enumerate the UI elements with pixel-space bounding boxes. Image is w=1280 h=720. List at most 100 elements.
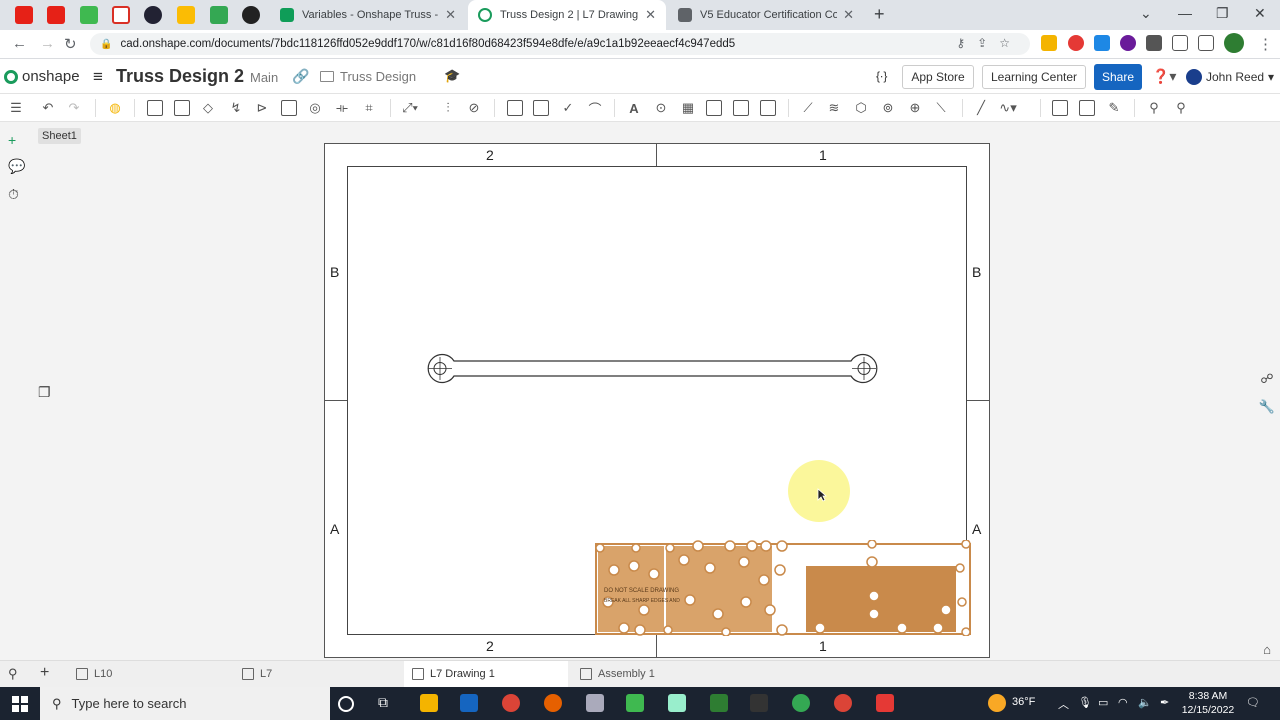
browser-tab-variables[interactable]: Variables - Onshape Truss - Goog ✕ — [270, 0, 466, 30]
extension-icon-3[interactable] — [1094, 35, 1110, 51]
volume-icon[interactable]: 🔈 — [1138, 696, 1152, 709]
surface-finish-icon[interactable]: ✓ — [560, 100, 576, 116]
share-button[interactable]: Share — [1094, 64, 1142, 90]
centermark-icon[interactable]: ≋ — [826, 100, 842, 116]
menu-kebab-icon[interactable]: ⋮ — [1258, 35, 1273, 53]
crop-icon[interactable]: ⌗ — [361, 100, 377, 116]
notifications-icon[interactable]: 🗨 — [1246, 696, 1260, 709]
revision-table-icon[interactable] — [760, 100, 776, 116]
line-icon[interactable]: ╱ — [973, 100, 989, 116]
chevron-down-icon[interactable]: ⌄ — [1140, 5, 1152, 22]
redo-icon[interactable]: ↷ — [66, 100, 82, 116]
search-tabs-icon[interactable]: ⚲ — [8, 666, 18, 682]
callout-icon[interactable]: ⊙ — [653, 100, 669, 116]
app-m-icon[interactable] — [460, 694, 478, 712]
format-painter-icon[interactable]: ✎ — [1106, 100, 1122, 116]
app-icon-5[interactable] — [586, 694, 604, 712]
folder-breadcrumb[interactable]: Truss Design — [320, 69, 416, 84]
app-icon-9[interactable] — [750, 694, 768, 712]
microphone-icon[interactable]: 🎙 — [1078, 696, 1092, 709]
wifi-icon[interactable]: ◠ — [1118, 696, 1128, 709]
task-view-icon[interactable]: ⧉ — [378, 694, 396, 712]
classroom-pinned-tab[interactable] — [80, 6, 98, 24]
app-store-button[interactable]: App Store — [902, 65, 974, 89]
weather-icon[interactable] — [988, 694, 1006, 712]
browser-tab-v5-educator[interactable]: V5 Educator Certification Course ✕ — [668, 0, 864, 30]
browser-tab-truss-design[interactable]: Truss Design 2 | L7 Drawing 1 ✕ — [468, 0, 666, 30]
app-icon-12[interactable] — [876, 694, 894, 712]
profile-avatar[interactable] — [1224, 33, 1244, 53]
centerline-icon[interactable]: ⟋ — [800, 100, 816, 116]
window-close-icon[interactable]: ✕ — [1254, 5, 1266, 22]
tab-l7-drawing-1[interactable]: L7 Drawing 1 — [404, 661, 568, 687]
chrome-profile-icon-2[interactable] — [834, 694, 852, 712]
youtube-pinned-tab-2[interactable] — [47, 6, 65, 24]
restore-icon[interactable]: ❐ — [1216, 5, 1229, 22]
center-mark-pattern-icon[interactable]: ⊚ — [880, 100, 896, 116]
insert-plus-icon[interactable]: + — [8, 132, 16, 148]
zoom-fit-icon[interactable]: ⚲ — [1146, 100, 1162, 116]
link-icon[interactable]: 🔗 — [292, 68, 309, 85]
detail-view-icon[interactable]: ⊳ — [254, 100, 270, 116]
datum-icon[interactable] — [507, 100, 523, 116]
firefox-icon[interactable] — [544, 694, 562, 712]
drive-pinned-tab-2[interactable] — [210, 6, 228, 24]
battery-icon[interactable]: ▭ — [1098, 696, 1108, 709]
hole-table-icon[interactable] — [733, 100, 749, 116]
table-icon[interactable]: ▦ — [680, 100, 696, 116]
gtol-icon[interactable] — [533, 100, 549, 116]
learning-center-button[interactable]: Learning Center — [982, 65, 1086, 89]
dimension-icon[interactable]: ⤢▾ — [402, 100, 418, 116]
feature-list-icon[interactable]: ☰ — [8, 100, 24, 116]
reload-icon[interactable]: ↻ — [64, 35, 77, 53]
panel-toggle-icon[interactable]: ⌂ — [1258, 640, 1276, 658]
chrome-profile-icon[interactable] — [792, 694, 810, 712]
circular-centerline-icon[interactable]: ⬡ — [853, 100, 869, 116]
weather-temperature[interactable]: 36°F — [1012, 696, 1035, 708]
ordinate-icon[interactable]: ⫶ — [440, 100, 456, 116]
tab-l7[interactable]: L7 — [234, 661, 398, 687]
projected-view-icon[interactable] — [174, 100, 190, 116]
center-mark-icon[interactable]: ⊕ — [907, 100, 923, 116]
add-tab-icon[interactable]: + — [40, 664, 49, 682]
omnibox-actions[interactable]: ⚷⇪☆ — [956, 36, 1022, 50]
cortana-icon[interactable] — [338, 696, 354, 712]
hamburger-menu-icon[interactable]: ≡ — [93, 67, 103, 87]
cast-icon[interactable] — [1172, 35, 1188, 51]
minimize-icon[interactable]: — — [1178, 5, 1192, 21]
thread-icon[interactable]: ⟍ — [933, 100, 949, 116]
tray-chevron-icon[interactable]: ︿ — [1058, 696, 1069, 712]
forward-icon[interactable]: → — [40, 35, 55, 52]
graduation-cap-icon[interactable]: 🎓 — [444, 68, 460, 84]
insert-dxf-icon[interactable] — [1052, 100, 1068, 116]
windows-start-icon[interactable] — [12, 696, 28, 712]
regenerate-icon[interactable]: ◍ — [107, 100, 123, 116]
system-clock[interactable]: 8:38 AM 12/15/2022 — [1178, 689, 1238, 717]
onshape-logo[interactable]: onshape — [4, 68, 80, 85]
app-icon-8[interactable] — [710, 694, 728, 712]
youtube-pinned-tab[interactable] — [15, 6, 33, 24]
file-explorer-icon[interactable] — [420, 694, 438, 712]
close-icon[interactable]: ✕ — [445, 7, 456, 23]
pinned-tab-8[interactable] — [242, 6, 260, 24]
chrome-icon[interactable] — [502, 694, 520, 712]
sheet-panel-icon[interactable]: ❐ — [38, 384, 51, 401]
gmail-pinned-tab[interactable] — [112, 6, 130, 24]
close-icon[interactable]: ✕ — [843, 7, 854, 23]
lock-icon[interactable]: 🔒 — [100, 39, 112, 50]
comment-icon[interactable]: 💬 — [8, 158, 25, 175]
document-title[interactable]: Truss Design 2 — [116, 66, 244, 87]
note-icon[interactable]: A — [626, 100, 642, 116]
variables-button[interactable]: {∙} — [876, 69, 887, 83]
spline-icon[interactable]: ∿▾ — [999, 100, 1016, 116]
truss-link-view[interactable] — [420, 350, 885, 386]
user-menu[interactable]: John Reed ▾ — [1186, 69, 1274, 85]
branch-name[interactable]: Main — [250, 70, 278, 85]
extension-icon-4[interactable] — [1120, 35, 1136, 51]
bom-icon[interactable] — [706, 100, 722, 116]
tab-assembly-1[interactable]: Assembly 1 — [572, 661, 736, 687]
pinned-tab-5[interactable] — [144, 6, 162, 24]
insert-view-icon[interactable] — [147, 100, 163, 116]
pen-icon[interactable]: ✒ — [1160, 696, 1169, 709]
new-tab-icon[interactable]: + — [874, 4, 885, 25]
